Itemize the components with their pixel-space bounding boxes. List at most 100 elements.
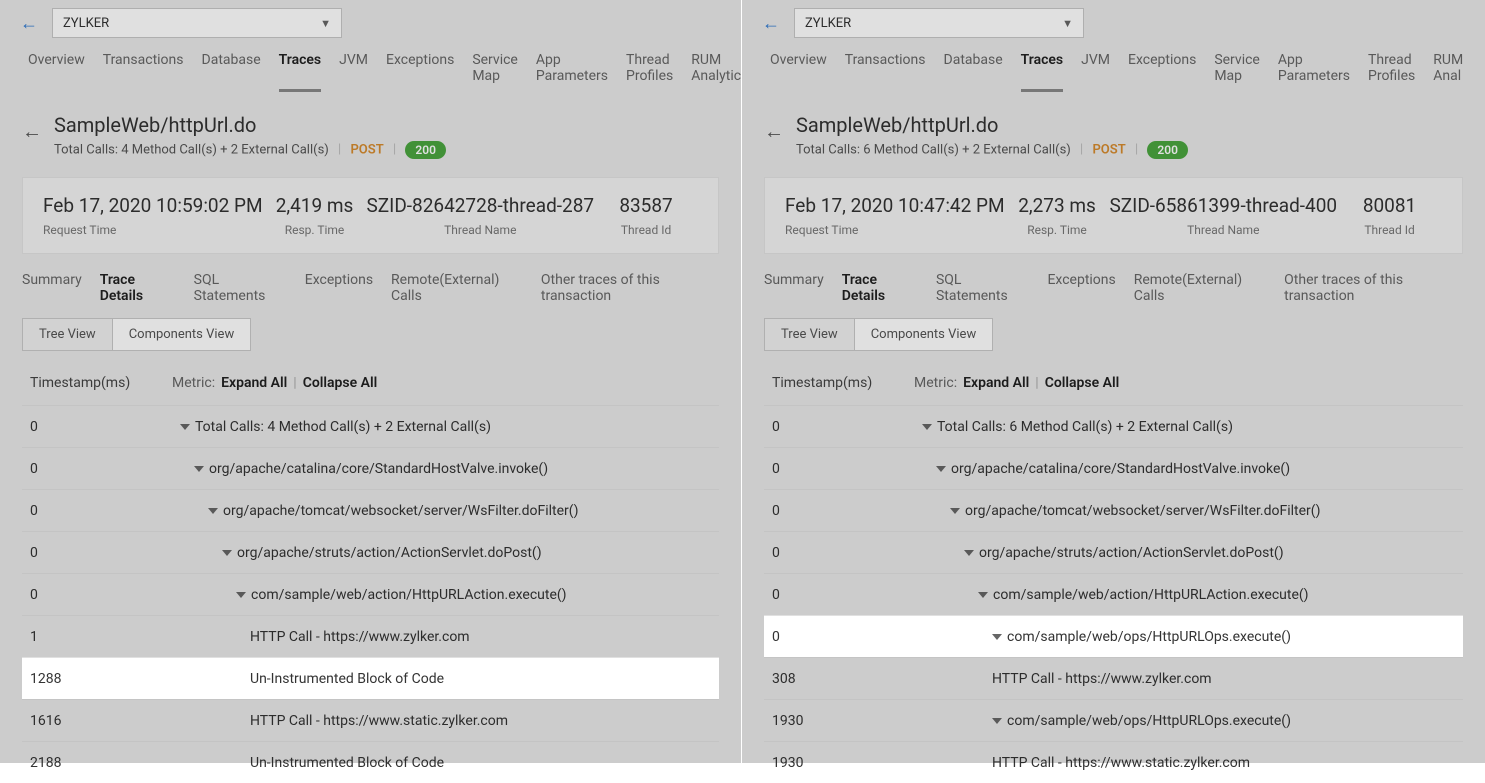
tab-database[interactable]: Database: [202, 52, 261, 92]
tab-app-parameters[interactable]: App Parameters: [536, 52, 608, 92]
trace-row[interactable]: 0Total Calls: 4 Method Call(s) + 2 Exter…: [22, 405, 719, 447]
tab-overview[interactable]: Overview: [770, 52, 827, 92]
subtab-other-traces-of-this-transaction[interactable]: Other traces of this transaction: [541, 272, 719, 304]
trace-row[interactable]: 0com/sample/web/action/HttpURLAction.exe…: [22, 573, 719, 615]
trace-row[interactable]: 0com/sample/web/ops/HttpURLOps.execute(): [764, 615, 1463, 657]
caret-down-icon: ▼: [320, 17, 331, 30]
tab-exceptions[interactable]: Exceptions: [386, 52, 454, 92]
tab-overview[interactable]: Overview: [28, 52, 85, 92]
trace-back-icon[interactable]: ←: [764, 119, 784, 144]
expand-arrow-icon[interactable]: [964, 550, 974, 556]
metric-value: 80081: [1337, 194, 1442, 217]
view-components-view[interactable]: Components View: [854, 319, 993, 350]
app-dropdown[interactable]: ZYLKER ▼: [52, 8, 342, 38]
trace-row[interactable]: 0org/apache/tomcat/websocket/server/WsFi…: [764, 489, 1463, 531]
collapse-all[interactable]: Collapse All: [303, 375, 378, 391]
view-tree-view[interactable]: Tree View: [23, 319, 112, 350]
subtab-summary[interactable]: Summary: [22, 272, 82, 304]
metric-label: Request Time: [785, 223, 1005, 237]
subtab-trace-details[interactable]: Trace Details: [842, 272, 918, 304]
tab-service-map[interactable]: Service Map: [472, 52, 518, 92]
expand-arrow-icon[interactable]: [208, 508, 218, 514]
subtab-exceptions[interactable]: Exceptions: [305, 272, 373, 304]
row-timestamp: 0: [772, 419, 922, 435]
tab-rum-analytic[interactable]: RUM Analytic: [691, 52, 741, 92]
trace-row[interactable]: 308HTTP Call - https://www.zylker.com: [764, 657, 1463, 699]
tab-rum-anal[interactable]: RUM Anal: [1433, 52, 1463, 92]
trace-row[interactable]: 0org/apache/struts/action/ActionServlet.…: [764, 531, 1463, 573]
trace-row[interactable]: 2188Un-Instrumented Block of Code: [22, 741, 719, 783]
back-icon[interactable]: ←: [20, 13, 38, 34]
trace-row[interactable]: 1288Un-Instrumented Block of Code: [22, 657, 719, 699]
tab-app-parameters[interactable]: App Parameters: [1278, 52, 1350, 92]
subtab-other-traces-of-this-transaction[interactable]: Other traces of this transaction: [1284, 272, 1463, 304]
collapse-all[interactable]: Collapse All: [1045, 375, 1120, 391]
trace-row[interactable]: 1930HTTP Call - https://www.static.zylke…: [764, 741, 1463, 783]
metric-value: 2,419 ms: [263, 194, 367, 217]
expand-arrow-icon[interactable]: [950, 508, 960, 514]
row-text: HTTP Call - https://www.zylker.com: [992, 671, 1212, 687]
caret-down-icon: ▼: [1062, 17, 1073, 30]
expand-arrow-icon[interactable]: [992, 718, 1002, 724]
trace-row[interactable]: 0org/apache/catalina/core/StandardHostVa…: [22, 447, 719, 489]
subtab-summary[interactable]: Summary: [764, 272, 824, 304]
trace-row[interactable]: 0org/apache/struts/action/ActionServlet.…: [22, 531, 719, 573]
expand-arrow-icon[interactable]: [236, 592, 246, 598]
expand-all[interactable]: Expand All: [963, 375, 1029, 391]
row-timestamp: 1: [30, 629, 180, 645]
tab-transactions[interactable]: Transactions: [103, 52, 184, 92]
http-method: POST: [1092, 142, 1125, 157]
trace-subtitle: Total Calls: 4 Method Call(s) + 2 Extern…: [54, 141, 446, 159]
row-timestamp: 0: [30, 503, 180, 519]
row-text: org/apache/struts/action/ActionServlet.d…: [237, 545, 542, 561]
trace-row[interactable]: 0 Total Calls: 6 Method Call(s) + 2 Exter…: [764, 405, 1463, 447]
expand-arrow-icon[interactable]: [992, 634, 1002, 640]
trace-back-icon[interactable]: ←: [22, 119, 42, 144]
trace-row[interactable]: 0org/apache/catalina/core/StandardHostVa…: [764, 447, 1463, 489]
expand-arrow-icon[interactable]: [180, 424, 190, 430]
tab-jvm[interactable]: JVM: [1081, 52, 1110, 92]
metrics-bar: Feb 17, 2020 10:47:42 PM Request Time2,2…: [764, 177, 1463, 254]
expand-arrow-icon[interactable]: [222, 550, 232, 556]
trace-row[interactable]: 0com/sample/web/action/HttpURLAction.exe…: [764, 573, 1463, 615]
tab-thread-profiles[interactable]: Thread Profiles: [626, 52, 673, 92]
tab-traces[interactable]: Traces: [1021, 52, 1063, 92]
row-timestamp: 1288: [30, 671, 180, 687]
expand-arrow-icon[interactable]: [194, 466, 204, 472]
expand-all[interactable]: Expand All: [221, 375, 287, 391]
http-method: POST: [350, 142, 383, 157]
metrics-bar: Feb 17, 2020 10:59:02 PM Request Time2,4…: [22, 177, 719, 254]
metric-value: SZID-82642728-thread-287: [366, 194, 594, 217]
trace-row[interactable]: 1HTTP Call - https://www.zylker.com: [22, 615, 719, 657]
tab-traces[interactable]: Traces: [279, 52, 321, 92]
subtab-sql-statements[interactable]: SQL Statements: [194, 272, 287, 304]
dropdown-value: ZYLKER: [63, 16, 109, 31]
expand-arrow-icon[interactable]: [978, 592, 988, 598]
expand-arrow-icon[interactable]: [936, 466, 946, 472]
back-icon[interactable]: ←: [762, 13, 780, 34]
trace-row[interactable]: 0org/apache/tomcat/websocket/server/WsFi…: [22, 489, 719, 531]
subtab-remote-external-calls[interactable]: Remote(External) Calls: [1134, 272, 1266, 304]
view-components-view[interactable]: Components View: [112, 319, 251, 350]
trace-subtitle: Total Calls: 6 Method Call(s) + 2 Extern…: [796, 141, 1188, 159]
tab-service-map[interactable]: Service Map: [1214, 52, 1260, 92]
trace-row[interactable]: 1616HTTP Call - https://www.static.zylke…: [22, 699, 719, 741]
view-toggle: Tree ViewComponents View: [764, 318, 993, 351]
view-tree-view[interactable]: Tree View: [765, 319, 854, 350]
metric-label: Thread Name: [366, 223, 594, 237]
subtab-sql-statements[interactable]: SQL Statements: [936, 272, 1030, 304]
tab-jvm[interactable]: JVM: [339, 52, 368, 92]
tab-exceptions[interactable]: Exceptions: [1128, 52, 1196, 92]
trace-row[interactable]: 1930com/sample/web/ops/HttpURLOps.execut…: [764, 699, 1463, 741]
row-timestamp: 0: [772, 503, 922, 519]
tab-database[interactable]: Database: [944, 52, 1003, 92]
app-dropdown[interactable]: ZYLKER ▼: [794, 8, 1084, 38]
row-text: org/apache/catalina/core/StandardHostVal…: [209, 461, 548, 477]
row-text: Total Calls: 6 Method Call(s) + 2 Extern…: [937, 419, 1233, 435]
subtab-trace-details[interactable]: Trace Details: [100, 272, 176, 304]
subtab-exceptions[interactable]: Exceptions: [1047, 272, 1115, 304]
expand-arrow-icon[interactable]: [922, 424, 932, 430]
tab-transactions[interactable]: Transactions: [845, 52, 926, 92]
tab-thread-profiles[interactable]: Thread Profiles: [1368, 52, 1415, 92]
subtab-remote-external-calls[interactable]: Remote(External) Calls: [391, 272, 523, 304]
